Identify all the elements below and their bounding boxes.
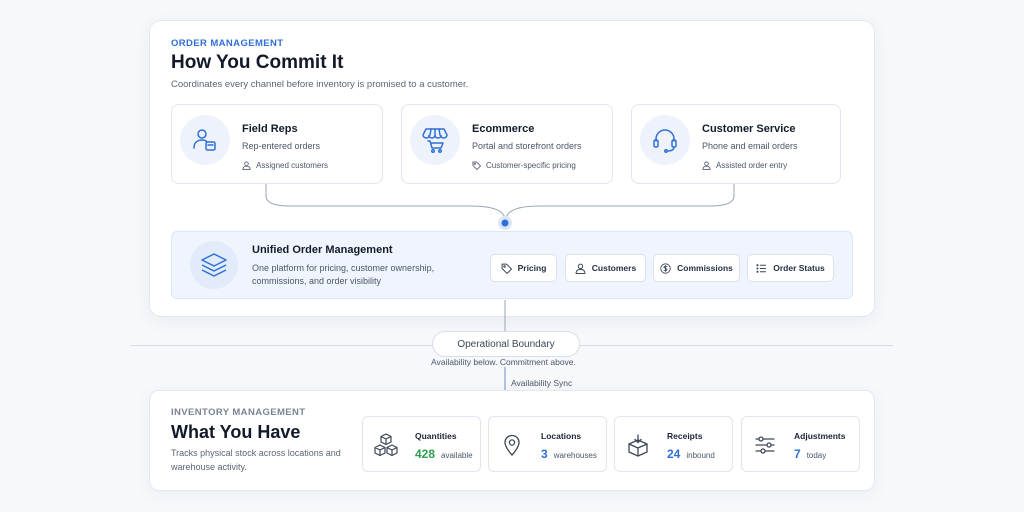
layers-icon (190, 241, 238, 289)
pill-order-status[interactable]: Order Status (747, 254, 834, 282)
metric-card-adjustments[interactable]: Adjustments 7 today (741, 416, 860, 472)
channel-name: Customer Service (702, 123, 796, 135)
pill-label: Order Status (773, 263, 825, 273)
box-arrow-icon (625, 432, 651, 458)
availability-sync-label: Availability Sync (511, 378, 573, 388)
metric-value-group: 7 today (794, 447, 826, 461)
boxes-icon (373, 432, 399, 458)
unified-desc: One platform for pricing, customer owner… (252, 263, 435, 286)
pill-customers[interactable]: Customers (565, 254, 646, 282)
metric-label: Quantities (415, 431, 457, 441)
pill-pricing[interactable]: Pricing (490, 254, 557, 282)
channel-desc: Phone and email orders (702, 141, 798, 151)
person-icon (702, 161, 711, 170)
metric-card-locations[interactable]: Locations 3 warehouses (488, 416, 607, 472)
pill-label: Commissions (677, 263, 733, 273)
person-icon (242, 161, 251, 170)
metric-card-receipts[interactable]: Receipts 24 inbound (614, 416, 733, 472)
metric-unit: available (441, 451, 473, 460)
headset-icon (640, 115, 690, 165)
person-icon (575, 263, 586, 274)
channel-meta: Customer-specific pricing (472, 161, 576, 170)
pill-label: Customers (591, 263, 637, 273)
sliders-icon (752, 432, 778, 458)
pill-label: Pricing (517, 263, 547, 273)
metric-unit: warehouses (553, 451, 597, 460)
channel-desc: Rep-entered orders (242, 141, 321, 151)
boundary-note: Availability below. Commitment above. (431, 357, 576, 367)
inventory-eyebrow: INVENTORY MANAGEMENT (171, 407, 306, 418)
inventory-title: What You Have (171, 422, 301, 442)
inventory-subtitle: Tracks physical stock across locations a… (171, 448, 341, 472)
channel-meta-label: Customer-specific pricing (486, 161, 576, 170)
metric-value-group: 24 inbound (667, 447, 715, 461)
channel-meta-label: Assigned customers (256, 161, 329, 170)
tag-icon (472, 161, 481, 170)
channel-card-ecommerce[interactable]: Ecommerce Portal and storefront orders C… (401, 104, 613, 184)
metric-card-quantities[interactable]: Quantities 428 available (362, 416, 481, 472)
metric-label: Adjustments (794, 431, 846, 441)
metric-value: 428 (415, 447, 436, 461)
channel-meta: Assisted order entry (702, 161, 787, 170)
channel-meta: Assigned customers (242, 161, 328, 170)
channel-desc: Portal and storefront orders (472, 141, 582, 151)
metric-value: 3 (541, 447, 548, 461)
map-pin-icon (499, 432, 525, 458)
metric-value-group: 3 warehouses (541, 447, 597, 461)
pill-commissions[interactable]: Commissions (653, 254, 740, 282)
order-title: How You Commit It (171, 52, 344, 73)
unified-order-management-panel: Unified Order Management One platform fo… (171, 231, 853, 299)
order-subtitle: Coordinates every channel before invento… (171, 79, 469, 90)
dollar-circle-icon (660, 262, 671, 274)
metric-unit: today (806, 451, 827, 460)
metric-unit: inbound (686, 451, 715, 460)
unified-title: Unified Order Management (252, 244, 393, 256)
field-rep-icon (180, 115, 230, 165)
metric-label: Locations (541, 431, 582, 441)
metric-label: Receipts (667, 431, 703, 441)
order-eyebrow: ORDER MANAGEMENT (171, 38, 284, 49)
operational-boundary-badge: Operational Boundary (432, 331, 580, 357)
channel-name: Field Reps (242, 123, 298, 135)
metric-value: 7 (794, 447, 801, 461)
tag-icon (501, 263, 512, 274)
metric-value-group: 428 available (415, 447, 473, 461)
channel-card-customer-service[interactable]: Customer Service Phone and email orders … (631, 104, 841, 184)
metric-value: 24 (667, 447, 681, 461)
storefront-cart-icon (410, 115, 460, 165)
channel-card-field-reps[interactable]: Field Reps Rep-entered orders Assigned c… (171, 104, 383, 184)
list-icon (756, 263, 767, 273)
channel-meta-label: Assisted order entry (716, 161, 788, 170)
channel-name: Ecommerce (472, 123, 535, 135)
